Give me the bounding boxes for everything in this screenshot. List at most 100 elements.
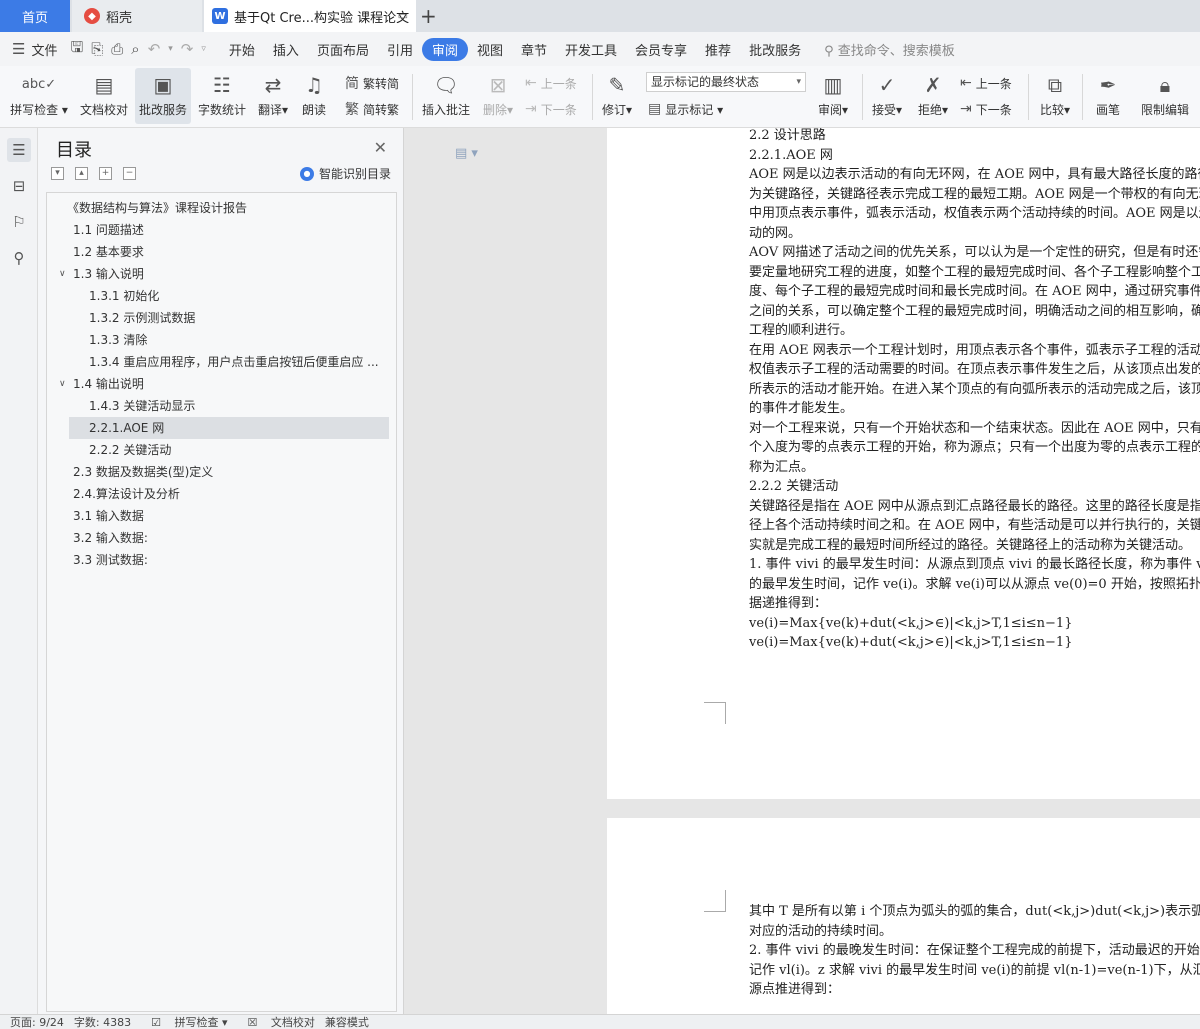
save-icon[interactable]: 🖫 <box>66 37 87 62</box>
document-text-line[interactable]: 要定量地研究工程的进度，如整个工程的最短完成时间、各个子工程影响整个工程的程 <box>749 263 1200 283</box>
toc-item[interactable]: 1.2 基本要求 <box>47 241 396 263</box>
tab-document[interactable]: W 基于Qt Cre...构实验 课程论文 ▭ <box>204 0 416 32</box>
toc-item[interactable]: 《数据结构与算法》课程设计报告 <box>47 197 396 219</box>
bookmark-icon[interactable]: ⚐ <box>7 210 31 234</box>
prev-comment-button[interactable]: ⇤ 上一条 <box>525 72 577 94</box>
document-text-line[interactable]: 工程的顺利进行。 <box>749 321 853 341</box>
spell-check-status[interactable]: ☑ 拼写检查 ▾ <box>141 1014 227 1029</box>
print-icon[interactable]: ⎙ <box>107 40 127 58</box>
delete-comment-button[interactable]: ⊠ 删除▾ <box>478 68 518 124</box>
spell-check-button[interactable]: abc✓ 拼写检查 ▾ <box>8 68 70 124</box>
toc-item[interactable]: 1.3.4 重启应用程序，用户点击重启按钮后便重启应 ... <box>47 351 396 373</box>
next-comment-button[interactable]: ⇥ 下一条 <box>525 98 577 120</box>
restrict-edit-button[interactable]: 🔒︎ 限制编辑 <box>1136 68 1194 124</box>
hamburger-menu-icon[interactable]: ☰ <box>8 40 29 58</box>
toc-item[interactable]: 1.1 问题描述 <box>47 219 396 241</box>
quick-access-dropdown-icon[interactable]: ▿ <box>197 44 210 54</box>
document-text-line[interactable]: 径上各个活动持续时间之和。在 AOE 网中，有些活动是可以并行执行的，关键路径其 <box>749 516 1200 536</box>
document-text-line[interactable]: AOE 网是以边表示活动的有向无环网，在 AOE 网中，具有最大路径长度的路径称 <box>749 165 1200 185</box>
simp-to-trad-button[interactable]: 繁简转繁 <box>345 98 399 120</box>
next-change-button[interactable]: ⇥ 下一条 <box>960 98 1012 120</box>
toc-item[interactable]: 3.3 测试数据: <box>47 549 396 571</box>
document-text-line[interactable]: 在用 AOE 网表示一个工程计划时，用顶点表示各个事件，弧表示子工程的活动， <box>749 341 1200 361</box>
menu-file[interactable]: 文件 <box>29 40 66 59</box>
review-pane-button[interactable]: ▥ 审阅▾ <box>812 68 854 124</box>
document-area[interactable]: ▤ ▾ 2.2 设计思路 2.2.1.AOE 网 AOE 网是以边表示活动的有向无… <box>405 128 1200 1014</box>
accept-button[interactable]: ✓ 接受▾ <box>866 68 908 124</box>
toc-item[interactable]: ∨ 1.3 输入说明 <box>47 263 396 285</box>
chevron-down-icon[interactable]: ∨ <box>59 373 66 395</box>
translate-button[interactable]: ⇄ 翻译▾ <box>253 68 293 124</box>
menu-start[interactable]: 开始 <box>220 40 264 59</box>
document-text-line[interactable]: ve(i)=Max{ve(k)+dut(<k,j>∈)|<k,j>T,1≤i≤n… <box>749 614 1072 634</box>
doc-proof-button[interactable]: ▤ 文档校对 <box>76 68 132 124</box>
tab-home[interactable]: 首页 <box>0 0 70 32</box>
collapse-all-icon[interactable]: ▾ <box>51 167 64 180</box>
document-text-line[interactable]: 之间的关系，可以确定整个工程的最短完成时间，明确活动之间的相互影响，确保整个 <box>749 302 1200 322</box>
new-tab-plus-icon[interactable]: + <box>420 4 437 28</box>
menu-page-layout[interactable]: 页面布局 <box>308 40 378 59</box>
menu-reference[interactable]: 引用 <box>378 40 422 59</box>
add-heading-icon[interactable]: + <box>99 167 112 180</box>
word-count-indicator[interactable]: 字数: 4383 <box>74 1014 131 1029</box>
chapter-nav-icon[interactable]: ⊟ <box>7 174 31 198</box>
correction-service-button[interactable]: ▣ 批改服务 <box>135 68 191 124</box>
document-text-line[interactable]: 称为汇点。 <box>749 458 814 478</box>
menu-dev-tools[interactable]: 开发工具 <box>556 40 626 59</box>
document-text-line[interactable]: 2.2.2 关键活动 <box>749 477 838 497</box>
toc-item[interactable]: 1.3.3 清除 <box>47 329 396 351</box>
chevron-down-icon[interactable]: ∨ <box>59 263 66 285</box>
document-text-line[interactable]: 据递推得到： <box>749 594 827 614</box>
document-text-line[interactable]: 中用顶点表示事件，弧表示活动，权值表示两个活动持续的时间。AOE 网是以边表示活 <box>749 204 1200 224</box>
pen-button[interactable]: ✒ 画笔 <box>1088 68 1128 124</box>
menu-view[interactable]: 视图 <box>468 40 512 59</box>
document-text-line[interactable]: 权值表示子工程的活动需要的时间。在顶点表示事件发生之后，从该顶点出发的有向弧 <box>749 360 1200 380</box>
tab-daoke[interactable]: ◆ 稻壳 <box>72 0 202 32</box>
smart-toc-button[interactable]: ● 智能识别目录 <box>299 165 391 182</box>
menu-member[interactable]: 会员专享 <box>626 40 696 59</box>
doc-proof-status[interactable]: ☒ 文档校对 <box>238 1014 315 1029</box>
toc-item[interactable]: 1.3.2 示例测试数据 <box>47 307 396 329</box>
toc-item[interactable]: 2.4.算法设计及分析 <box>47 483 396 505</box>
insert-comment-button[interactable]: 🗨 插入批注 <box>418 68 474 124</box>
document-text-line[interactable]: ve(i)=Max{ve(k)+dut(<k,j>∈)|<k,j>T,1≤i≤n… <box>749 633 1072 653</box>
toc-nav-icon[interactable]: ☰ <box>7 138 31 162</box>
menu-insert[interactable]: 插入 <box>264 40 308 59</box>
document-text-line[interactable]: 实就是完成工程的最短时间所经过的路径。关键路径上的活动称为关键活动。 <box>749 536 1191 556</box>
compare-button[interactable]: ⧉ 比较▾ <box>1034 68 1076 124</box>
read-aloud-button[interactable]: ♫ 朗读 <box>296 68 332 124</box>
document-text-line[interactable]: 2.2.1.AOE 网 <box>749 146 833 166</box>
command-search[interactable]: ⚲ 查找命令、搜索模板 <box>824 40 955 59</box>
trad-to-simp-button[interactable]: 简繁转简 <box>345 72 399 94</box>
document-text-line[interactable]: 的事件才能发生。 <box>749 399 853 419</box>
document-text-line[interactable]: 记作 vl(i)。z 求解 vivi 的最早发生时间 ve(i)的前提 vl(n… <box>749 961 1200 981</box>
document-text-line[interactable]: 度、每个子工程的最短完成时间和最长完成时间。在 AOE 网中，通过研究事件和活动 <box>749 282 1200 302</box>
document-text-line[interactable]: 动的网。 <box>749 224 801 244</box>
toc-item[interactable]: 3.2 输入数据: <box>47 527 396 549</box>
toc-item[interactable]: 1.4.3 关键活动显示 <box>47 395 396 417</box>
document-text-line[interactable]: 为关键路径，关键路径表示完成工程的最短工期。AOE 网是一个带权的有向无环图，其 <box>749 185 1200 205</box>
document-text-line[interactable]: 对应的活动的持续时间。 <box>749 922 892 942</box>
document-text-line[interactable]: 个入度为零的点表示工程的开始，称为源点；只有一个出度为零的点表示工程的结束， <box>749 438 1200 458</box>
toc-item[interactable]: 2.2.2 关键活动 <box>47 439 396 461</box>
document-text-line[interactable]: 1. 事件 vivi 的最早发生时间：从源点到顶点 vivi 的最长路径长度，称… <box>749 555 1200 575</box>
toc-item[interactable]: 3.1 输入数据 <box>47 505 396 527</box>
document-text-line[interactable]: 的最早发生时间，记作 ve(i)。求解 ve(i)可以从源点 ve(0)=0 开… <box>749 575 1200 595</box>
toc-item[interactable]: ∨ 1.4 输出说明 <box>47 373 396 395</box>
show-markup-button[interactable]: ▤ 显示标记 ▾ <box>648 98 723 120</box>
undo-dropdown-icon[interactable]: ▾ <box>164 44 177 54</box>
menu-correction[interactable]: 批改服务 <box>740 40 810 59</box>
remove-heading-icon[interactable]: − <box>123 167 136 180</box>
close-icon[interactable]: ✕ <box>374 138 387 157</box>
export-icon[interactable]: ⎘ <box>87 40 107 58</box>
tab-overflow-icon[interactable]: ▭ <box>398 9 408 22</box>
markup-state-select[interactable]: 显示标记的最终状态 ▾ <box>646 72 806 92</box>
menu-chapter[interactable]: 章节 <box>512 40 556 59</box>
toc-item[interactable]: 2.3 数据及数据类(型)定义 <box>47 461 396 483</box>
expand-up-icon[interactable]: ▴ <box>75 167 88 180</box>
menu-review[interactable]: 审阅 <box>421 37 468 61</box>
page-indicator[interactable]: 页面: 9/24 <box>10 1014 64 1029</box>
toc-item[interactable]: 1.3.1 初始化 <box>47 285 396 307</box>
reject-button[interactable]: ✗ 拒绝▾ <box>912 68 954 124</box>
document-text-line[interactable]: 对一个工程来说，只有一个开始状态和一个结束状态。因此在 AOE 网中，只有一 <box>749 419 1200 439</box>
